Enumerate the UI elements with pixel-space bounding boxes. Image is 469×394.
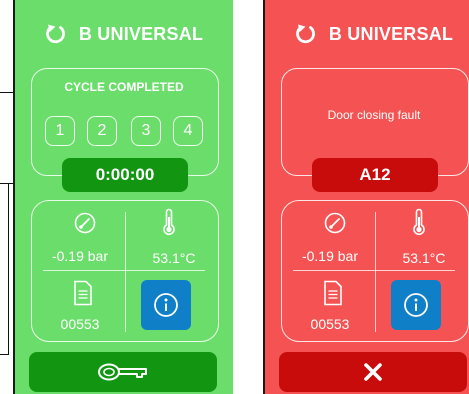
thermometer-icon bbox=[413, 208, 425, 236]
key-button[interactable] bbox=[29, 352, 217, 392]
info-button[interactable] bbox=[141, 280, 191, 330]
frame-line-upper bbox=[0, 183, 13, 184]
readings-divider-horizontal bbox=[293, 270, 455, 271]
document-number: 00553 bbox=[310, 316, 350, 332]
document-icon bbox=[74, 280, 92, 306]
fault-message: Door closing fault bbox=[327, 108, 421, 122]
info-icon bbox=[154, 293, 178, 317]
refresh-icon bbox=[46, 24, 65, 44]
frame-line-top bbox=[0, 92, 13, 93]
panel-header: B UNIVERSAL bbox=[265, 22, 469, 46]
gauge-icon bbox=[74, 212, 96, 234]
cycle-step-4: 4 bbox=[173, 116, 203, 146]
cycle-step-1: 1 bbox=[45, 116, 75, 146]
readings-divider-vertical bbox=[125, 212, 126, 332]
temperature-value: 53.1°C bbox=[152, 250, 196, 266]
gauge-icon bbox=[324, 212, 346, 234]
cycle-step-3: 3 bbox=[131, 116, 161, 146]
cycle-timer: 0:00:00 bbox=[62, 158, 188, 192]
thermometer-icon bbox=[163, 208, 175, 236]
panel-header: B UNIVERSAL bbox=[15, 22, 233, 46]
readings-divider-horizontal bbox=[43, 270, 205, 271]
document-number: 00553 bbox=[60, 316, 100, 332]
status-panel-fault: B UNIVERSAL Door closing fault A12 -0.19… bbox=[263, 0, 469, 394]
brand-title: B UNIVERSAL bbox=[328, 23, 454, 44]
close-button[interactable] bbox=[279, 352, 467, 392]
status-panel-completed: B UNIVERSAL CYCLE COMPLETED 1 2 3 4 0:00… bbox=[13, 0, 233, 394]
refresh-icon bbox=[296, 24, 315, 44]
frame-line-lower bbox=[0, 354, 9, 355]
temperature-value: 53.1°C bbox=[402, 250, 446, 266]
info-icon bbox=[404, 293, 428, 317]
frame-line-vertical bbox=[8, 183, 9, 355]
info-button[interactable] bbox=[391, 280, 441, 330]
cycle-step-2: 2 bbox=[87, 116, 117, 146]
close-icon bbox=[364, 363, 382, 381]
key-icon bbox=[98, 363, 147, 381]
pressure-value: -0.19 bar bbox=[51, 248, 109, 264]
document-icon bbox=[324, 280, 342, 306]
cycle-status-label: CYCLE COMPLETED bbox=[64, 80, 184, 94]
readings-divider-vertical bbox=[375, 212, 376, 332]
brand-title: B UNIVERSAL bbox=[78, 23, 204, 44]
fault-code: A12 bbox=[312, 158, 438, 192]
pressure-value: -0.19 bar bbox=[301, 248, 359, 264]
